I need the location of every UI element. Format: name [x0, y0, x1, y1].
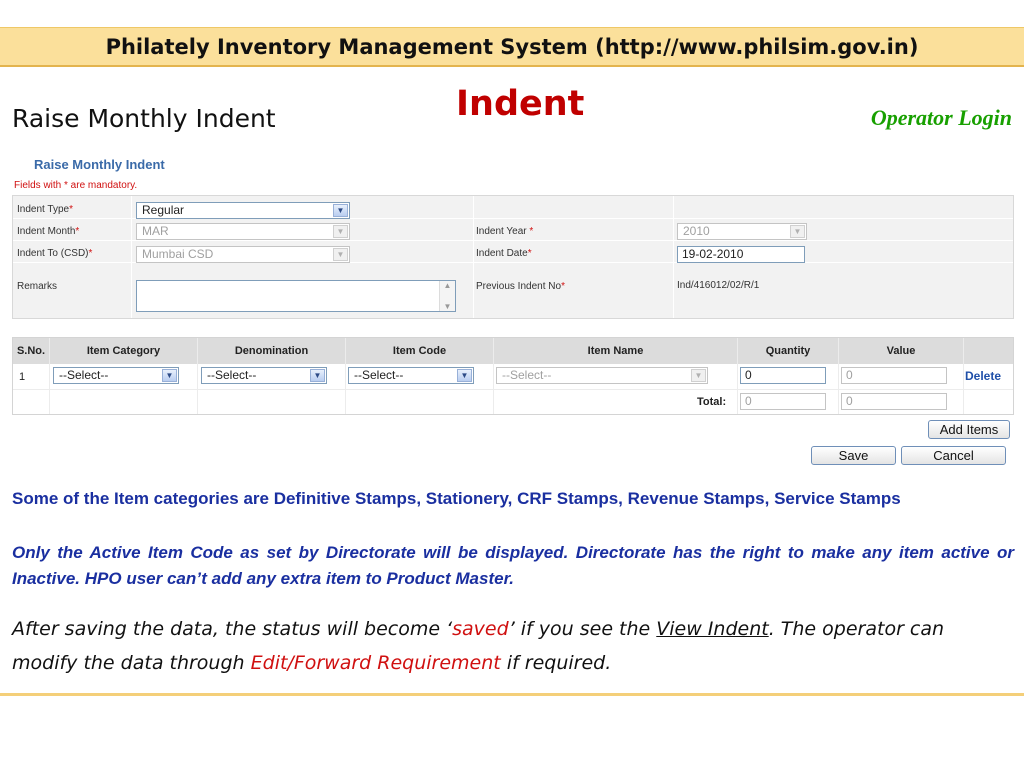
indent-type-value: Regular — [142, 203, 185, 217]
items-grid: S.No. Item Category Denomination Item Co… — [12, 337, 1014, 415]
header-sno: S.No. — [16, 345, 46, 357]
indent-date-label: Indent Date* — [476, 248, 532, 259]
grid-row-line — [13, 389, 1013, 390]
bottom-divider — [0, 693, 1024, 696]
scroll-down-icon: ▼ — [443, 302, 452, 311]
remarks-label: Remarks — [17, 281, 58, 292]
indent-month-value: MAR — [142, 224, 169, 238]
note-text: After saving the data, the status will b… — [12, 618, 453, 640]
indent-year-select[interactable]: 2010 ▼ — [677, 223, 807, 240]
quantity-value: 0 — [745, 368, 752, 382]
header-item-code: Item Code — [392, 345, 447, 357]
active-item-note: Only the Active Item Code as set by Dire… — [12, 543, 1014, 588]
edit-forward-text: Edit/Forward Requirement — [250, 652, 501, 674]
denomination-value: --Select-- — [207, 368, 257, 382]
item-code-select[interactable]: --Select-- ▼ — [348, 367, 474, 384]
slide-title: Indent — [456, 84, 585, 124]
indent-to-value: Mumbai CSD — [142, 247, 214, 261]
grid-col-line — [49, 338, 50, 414]
value-input[interactable]: 0 — [841, 367, 947, 384]
quantity-input[interactable]: 0 — [740, 367, 826, 384]
indent-to-label: Indent To (CSD)* — [17, 248, 93, 259]
row-divider — [13, 240, 1013, 241]
cancel-button[interactable]: Cancel — [901, 446, 1006, 465]
add-items-button[interactable]: Add Items — [928, 420, 1010, 439]
chevron-down-icon: ▼ — [457, 369, 472, 382]
value-value: 0 — [846, 368, 853, 382]
item-name-select[interactable]: --Select-- ▼ — [496, 367, 708, 384]
indent-date-input[interactable]: 19-02-2010 — [677, 246, 805, 263]
header-denomination: Denomination — [234, 345, 309, 357]
total-value-value: 0 — [846, 394, 853, 408]
previous-indent-value: Ind/416012/02/R/1 — [677, 280, 760, 291]
grid-col-line — [963, 338, 964, 414]
save-button[interactable]: Save — [811, 446, 896, 465]
grid-col-line — [838, 338, 839, 414]
indent-date-value: 19-02-2010 — [682, 247, 744, 261]
chevron-down-icon: ▼ — [333, 225, 348, 238]
indent-to-select[interactable]: Mumbai CSD ▼ — [136, 246, 350, 263]
total-label: Total: — [697, 396, 727, 408]
grid-col-line — [737, 338, 738, 414]
remarks-scrollbar[interactable]: ▲ ▼ — [439, 281, 455, 311]
total-quantity-input: 0 — [740, 393, 826, 410]
indent-type-label: Indent Type* — [17, 204, 73, 215]
item-category-value: --Select-- — [59, 368, 109, 382]
row-sno: 1 — [19, 371, 26, 383]
indent-month-select[interactable]: MAR ▼ — [136, 223, 350, 240]
chevron-down-icon: ▼ — [333, 248, 348, 261]
chevron-down-icon: ▼ — [162, 369, 177, 382]
grid-col-line — [197, 338, 198, 414]
grid-col-line — [345, 338, 346, 414]
header-value: Value — [886, 345, 916, 357]
col-divider — [473, 196, 474, 318]
note-text: if required. — [500, 652, 612, 674]
total-quantity-value: 0 — [745, 394, 752, 408]
operator-login-label: Operator Login — [870, 105, 1012, 130]
denomination-select[interactable]: --Select-- ▼ — [201, 367, 327, 384]
mandatory-note: Fields with * are mandatory. — [14, 180, 138, 191]
note-text: ’ if you see the — [508, 618, 657, 640]
chevron-down-icon: ▼ — [333, 204, 348, 217]
categories-info: Some of the Item categories are Definiti… — [12, 489, 901, 508]
header-item-name: Item Name — [587, 345, 644, 357]
item-name-value: --Select-- — [502, 368, 552, 382]
saved-status-text: saved — [452, 618, 509, 640]
form-caption: Raise Monthly Indent — [34, 157, 165, 172]
indent-month-label: Indent Month* — [17, 226, 80, 237]
view-indent-link: View Indent — [656, 618, 769, 640]
item-code-value: --Select-- — [354, 368, 404, 382]
indent-form-panel: Indent Type* Regular ▼ Indent Month* MAR… — [12, 195, 1014, 319]
col-divider — [673, 196, 674, 318]
chevron-down-icon: ▼ — [691, 369, 706, 382]
item-category-select[interactable]: --Select-- ▼ — [53, 367, 179, 384]
previous-indent-label: Previous Indent No* — [476, 281, 565, 292]
slide-subtitle: Raise Monthly Indent — [12, 104, 276, 133]
indent-year-label: Indent Year * — [476, 226, 534, 237]
save-status-note: After saving the data, the status will b… — [12, 612, 1014, 680]
slide-banner: Philately Inventory Management System (h… — [0, 27, 1024, 67]
header-quantity: Quantity — [765, 345, 811, 357]
remarks-textarea[interactable]: ▲ ▼ — [136, 280, 456, 312]
grid-col-line — [493, 338, 494, 414]
delete-link[interactable]: Delete — [965, 369, 1001, 383]
header-item-category: Item Category — [86, 345, 161, 357]
indent-year-value: 2010 — [683, 224, 710, 238]
chevron-down-icon: ▼ — [310, 369, 325, 382]
chevron-down-icon: ▼ — [790, 225, 805, 238]
total-value-input: 0 — [841, 393, 947, 410]
indent-type-select[interactable]: Regular ▼ — [136, 202, 350, 219]
col-divider — [131, 196, 132, 318]
scroll-up-icon: ▲ — [443, 281, 452, 290]
